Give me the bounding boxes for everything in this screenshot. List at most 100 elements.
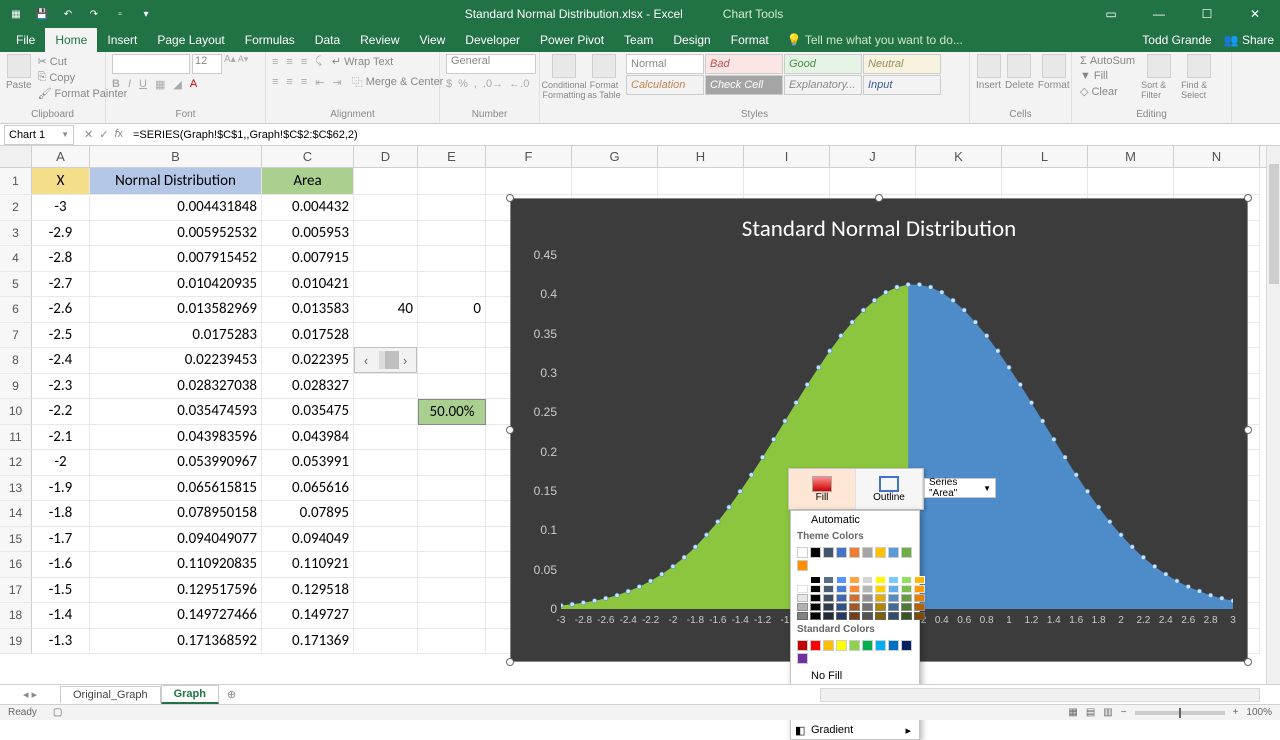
cell[interactable]: -1.9 — [32, 476, 90, 502]
row-header[interactable]: 7 — [0, 323, 32, 349]
cell[interactable]: 0.149727 — [262, 603, 354, 629]
color-swatch[interactable] — [875, 612, 886, 620]
cell[interactable]: -2.1 — [32, 425, 90, 451]
name-box[interactable]: Chart 1▼ — [4, 125, 74, 145]
outline-dropdown-button[interactable]: Outline — [856, 469, 923, 509]
cell[interactable]: 0.035474593 — [90, 399, 262, 425]
currency-icon[interactable]: $ — [446, 78, 452, 90]
color-swatch[interactable] — [888, 585, 899, 593]
color-swatch[interactable] — [823, 594, 834, 602]
border-icon[interactable]: ▦ — [155, 78, 165, 91]
cell[interactable]: Normal Distribution — [90, 168, 262, 195]
color-swatch[interactable] — [836, 612, 847, 620]
zoom-in-icon[interactable]: + — [1233, 707, 1239, 718]
tab-format[interactable]: Format — [721, 28, 779, 52]
color-swatch[interactable] — [888, 640, 899, 651]
cell[interactable] — [418, 425, 486, 451]
fx-icon[interactable]: fx — [114, 128, 123, 141]
color-swatch[interactable] — [836, 547, 847, 558]
fill-color-icon[interactable]: ◢ — [173, 78, 181, 91]
cell[interactable]: 50.00% — [418, 399, 486, 425]
color-swatch[interactable] — [901, 576, 912, 584]
cell[interactable]: 40 — [354, 297, 418, 323]
cell[interactable] — [354, 425, 418, 451]
zoom-level[interactable]: 100% — [1246, 707, 1272, 718]
cell[interactable] — [1002, 168, 1088, 195]
cell[interactable]: 0.02239453 — [90, 348, 262, 374]
cell[interactable]: 0.065616 — [262, 476, 354, 502]
cell[interactable]: 0.004432 — [262, 195, 354, 221]
color-swatch[interactable] — [862, 585, 873, 593]
undo-icon[interactable]: ↶ — [56, 3, 80, 25]
color-swatch[interactable] — [849, 576, 860, 584]
cell[interactable] — [418, 501, 486, 527]
cell[interactable]: 0.171368592 — [90, 629, 262, 655]
cell[interactable] — [354, 221, 418, 247]
color-swatch[interactable] — [810, 612, 821, 620]
align-top-icon[interactable]: ≡ — [272, 56, 278, 68]
cell[interactable]: -2.5 — [32, 323, 90, 349]
style-bad[interactable]: Bad — [705, 54, 783, 74]
paste-button[interactable]: Paste — [6, 54, 32, 91]
color-swatch[interactable] — [914, 585, 925, 593]
color-swatch[interactable] — [862, 594, 873, 602]
cell[interactable]: -2 — [32, 450, 90, 476]
row-header[interactable]: 15 — [0, 527, 32, 553]
color-swatch[interactable] — [797, 603, 808, 611]
font-family-select[interactable] — [112, 54, 190, 74]
cell[interactable] — [354, 246, 418, 272]
user-name[interactable]: Todd Grande — [1142, 33, 1211, 47]
cell[interactable]: 0.129517596 — [90, 578, 262, 604]
font-size-select[interactable]: 12 — [192, 54, 222, 74]
font-color-icon[interactable]: A — [190, 78, 197, 91]
row-header[interactable]: 13 — [0, 476, 32, 502]
cell[interactable] — [418, 629, 486, 655]
cell[interactable] — [830, 168, 916, 195]
align-right-icon[interactable]: ≡ — [301, 76, 307, 88]
color-swatch[interactable] — [888, 594, 899, 602]
cell[interactable]: 0.022395 — [262, 348, 354, 374]
macro-record-icon[interactable]: ▢ — [53, 707, 62, 718]
chevron-down-icon[interactable]: ▼ — [61, 130, 69, 139]
color-swatch[interactable] — [810, 594, 821, 602]
sheet-nav[interactable]: ◂ ▸ — [0, 688, 60, 701]
cell[interactable]: 0.07895 — [262, 501, 354, 527]
close-icon[interactable]: ✕ — [1238, 3, 1272, 25]
color-swatch[interactable] — [836, 594, 847, 602]
cell[interactable]: -2.9 — [32, 221, 90, 247]
align-middle-icon[interactable]: ≡ — [286, 56, 292, 68]
align-left-icon[interactable]: ≡ — [272, 76, 278, 88]
tab-team[interactable]: Team — [614, 28, 663, 52]
cell[interactable] — [418, 476, 486, 502]
italic-icon[interactable]: I — [128, 78, 131, 91]
fill-button[interactable]: ▼ Fill — [1078, 69, 1137, 83]
color-swatch[interactable] — [914, 612, 925, 620]
share-button[interactable]: 👥 Share — [1224, 33, 1274, 47]
cell[interactable] — [1174, 168, 1260, 195]
color-swatch[interactable] — [823, 585, 834, 593]
cell[interactable] — [418, 272, 486, 298]
color-swatch[interactable] — [901, 585, 912, 593]
increase-font-icon[interactable]: A▴ — [224, 54, 236, 74]
fill-dropdown-button[interactable]: Fill — [789, 469, 856, 509]
color-swatch[interactable] — [849, 585, 860, 593]
comma-icon[interactable]: , — [474, 78, 477, 90]
tab-power-pivot[interactable]: Power Pivot — [530, 28, 614, 52]
color-swatch[interactable] — [901, 594, 912, 602]
cell[interactable] — [418, 603, 486, 629]
color-swatch[interactable] — [914, 576, 925, 584]
gradient-fill-item[interactable]: ◧Gradient▸ — [791, 721, 919, 739]
cell[interactable]: Area — [262, 168, 354, 195]
maximize-icon[interactable]: ☐ — [1190, 3, 1224, 25]
autosum-button[interactable]: Σ AutoSum — [1078, 54, 1137, 68]
row-header[interactable]: 11 — [0, 425, 32, 451]
col-header[interactable]: L — [1002, 146, 1088, 167]
decrease-decimal-icon[interactable]: ←.0 — [509, 78, 529, 90]
tab-data[interactable]: Data — [305, 28, 350, 52]
color-swatch[interactable] — [836, 603, 847, 611]
cell[interactable]: -2.4 — [32, 348, 90, 374]
tab-design[interactable]: Design — [663, 28, 720, 52]
color-swatch[interactable] — [823, 612, 834, 620]
color-swatch[interactable] — [810, 640, 821, 651]
find-select-button[interactable]: Find & Select — [1181, 54, 1217, 100]
